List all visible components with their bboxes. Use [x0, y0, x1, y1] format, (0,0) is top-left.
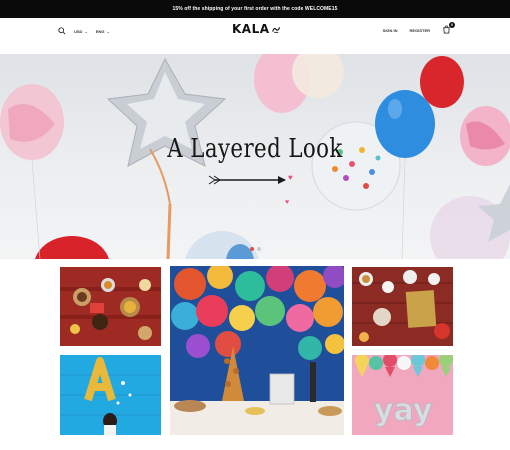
promo-bar: 15% off the shipping of your first order…: [0, 0, 510, 18]
search-icon[interactable]: [58, 22, 66, 40]
slider-dots: [250, 247, 261, 251]
header-right: SIGN IN REGISTER 0: [383, 22, 455, 35]
hero-title: A Layered Look: [167, 134, 343, 164]
logo-mark-icon: [271, 26, 280, 33]
collection-tile-yay-balloons[interactable]: yay: [352, 355, 453, 435]
svg-text:♥: ♥: [285, 199, 289, 206]
yay-balloons-image: yay: [352, 355, 453, 435]
cart-count-badge: 0: [449, 22, 455, 28]
tea-table-image: [352, 267, 453, 346]
logo-text: KALA: [232, 22, 270, 36]
collection-tile-party-table[interactable]: [170, 266, 344, 435]
svg-text:♥: ♥: [288, 173, 293, 182]
language-label: ENG: [95, 28, 105, 34]
chevron-down-icon: ⌄: [106, 28, 110, 34]
language-select[interactable]: ENG ⌄: [96, 29, 110, 34]
slider-dot-1[interactable]: [250, 247, 254, 251]
collection-tile-tea[interactable]: [352, 267, 453, 346]
letter-balloon-image: [60, 355, 161, 435]
hero-slider[interactable]: ♥ ♥ A Layered Look: [0, 54, 510, 259]
collection-tile-letter-balloon[interactable]: [60, 355, 161, 435]
register-link[interactable]: REGISTER: [410, 28, 430, 33]
svg-text:yay: yay: [374, 393, 433, 428]
site-header: USD ⌄ ENG ⌄ KALA SIGN IN REGISTER 0 HOME…: [0, 18, 510, 63]
chevron-down-icon: ⌄: [84, 28, 88, 34]
slider-dot-2[interactable]: [257, 247, 261, 251]
treats-image: [60, 267, 161, 346]
header-left: USD ⌄ ENG ⌄: [58, 25, 110, 37]
party-table-image: [170, 266, 344, 435]
currency-select[interactable]: USD ⌄: [74, 29, 88, 34]
currency-label: USD: [74, 28, 83, 34]
cart-button[interactable]: 0: [442, 22, 455, 35]
site-logo[interactable]: KALA: [232, 20, 280, 38]
collection-tile-treats[interactable]: [60, 267, 161, 346]
sign-in-link[interactable]: SIGN IN: [383, 28, 398, 33]
